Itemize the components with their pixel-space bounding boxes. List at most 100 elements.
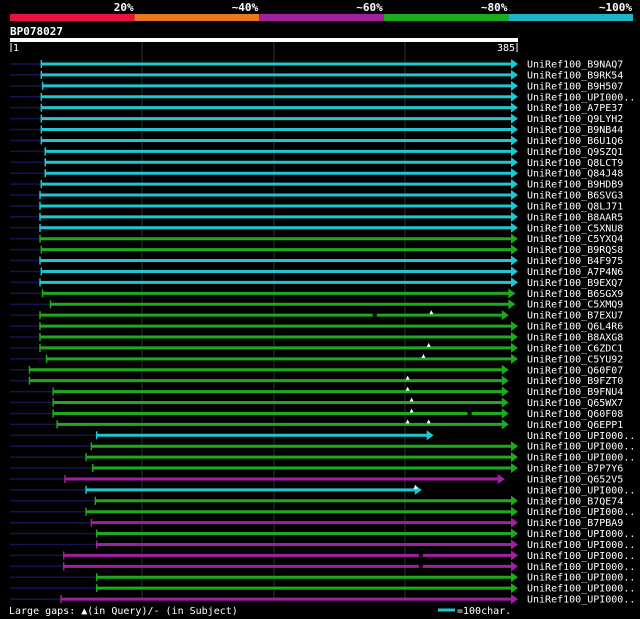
hit-row[interactable]: UniRef100_UPI000.. (10, 572, 635, 584)
hit-row[interactable]: UniRef100_C5YXQ4 (10, 233, 623, 246)
hit-name-link[interactable]: UniRef100_UPI000.. (527, 584, 635, 595)
hit-name-link[interactable]: UniRef100_C5XNU8 (527, 223, 623, 234)
hit-row[interactable]: UniRef100_B9RQS8 (10, 244, 623, 257)
hit-name-link[interactable]: UniRef100_C5YXQ4 (527, 234, 623, 245)
hit-name-link[interactable]: UniRef100_Q65WX7 (527, 398, 623, 409)
hit-name-link[interactable]: UniRef100_C5YU92 (527, 354, 623, 365)
hit-name-link[interactable]: UniRef100_Q9SZQ1 (527, 147, 623, 158)
hit-row[interactable]: UniRef100_Q60F07 (10, 364, 623, 377)
hit-row[interactable]: UniRef100_Q84J48 (10, 168, 623, 180)
hit-name-link[interactable]: UniRef100_Q60F08 (527, 409, 623, 420)
hit-name-link[interactable]: UniRef100_B9RK54 (527, 70, 623, 81)
hit-row[interactable]: UniRef100_C6ZDC1 (10, 342, 623, 355)
hit-row[interactable]: UniRef100_UPI000.. (10, 506, 635, 518)
hit-name-link[interactable]: UniRef100_UPI000.. (527, 529, 635, 540)
hit-name-link[interactable]: UniRef100_C6ZDC1 (527, 343, 623, 354)
hit-name-link[interactable]: UniRef100_B6SGX9 (527, 289, 623, 300)
hit-name-link[interactable]: UniRef100_B7P7Y6 (527, 464, 623, 475)
hit-row[interactable]: UniRef100_UPI000.. (10, 430, 635, 442)
hit-row[interactable]: UniRef100_C5YU92 (10, 353, 623, 366)
hit-name-link[interactable]: UniRef100_A7PE37 (527, 103, 623, 114)
hit-row[interactable]: UniRef100_B7QE74 (10, 495, 623, 508)
hit-name-link[interactable]: UniRef100_Q84J48 (527, 169, 623, 180)
hit-row[interactable]: UniRef100_Q652V5 (10, 473, 623, 486)
hit-name-link[interactable]: UniRef100_UPI000.. (527, 507, 635, 518)
hit-name-link[interactable]: UniRef100_Q8LJ71 (527, 201, 623, 212)
hit-name-link[interactable]: UniRef100_B4F975 (527, 256, 623, 267)
hit-row[interactable]: UniRef100_B9FZT0 (10, 375, 623, 388)
hit-row[interactable]: UniRef100_C5XMQ9 (10, 299, 623, 311)
hit-name-link[interactable]: UniRef100_A7P4N6 (527, 267, 623, 278)
hit-name-link[interactable]: UniRef100_B6U1Q6 (527, 136, 623, 147)
hit-name-link[interactable]: UniRef100_B9RQS8 (527, 245, 623, 256)
hit-row[interactable]: UniRef100_UPI000.. (10, 441, 635, 453)
hit-name-link[interactable]: UniRef100_Q60F07 (527, 365, 623, 376)
hit-row[interactable]: UniRef100_Q60F08 (10, 408, 623, 420)
hit-name-link[interactable]: UniRef100_UPI000.. (527, 442, 635, 453)
hit-name-link[interactable]: UniRef100_UPI000.. (527, 562, 635, 573)
hit-row[interactable]: UniRef100_B9H507 (10, 80, 623, 93)
hit-name-link[interactable]: UniRef100_B9HDB9 (527, 180, 623, 191)
hit-row[interactable]: UniRef100_A7P4N6 (10, 266, 623, 278)
hit-name-link[interactable]: UniRef100_Q6EPP1 (527, 420, 623, 431)
hit-row[interactable]: UniRef100_UPI000.. (10, 91, 635, 104)
hit-row[interactable]: UniRef100_B9NB44 (10, 124, 623, 137)
hit-row[interactable]: UniRef100_B6SVG3 (10, 190, 623, 202)
hit-name-link[interactable]: UniRef100_B7PBA9 (527, 518, 623, 529)
hit-name-link[interactable]: UniRef100_UPI000.. (527, 540, 635, 551)
hit-row[interactable]: UniRef100_B6U1Q6 (10, 135, 623, 147)
hit-row[interactable]: UniRef100_UPI000.. (10, 484, 635, 497)
hit-row[interactable]: UniRef100_B8AXG8 (10, 332, 623, 344)
hit-row[interactable]: UniRef100_Q8LCT9 (10, 157, 623, 169)
hit-row[interactable]: UniRef100_C5XNU8 (10, 222, 623, 235)
hit-name-link[interactable]: UniRef100_B9NB44 (527, 125, 623, 136)
hit-row[interactable]: UniRef100_Q6L4R6 (10, 321, 623, 333)
hit-row[interactable]: UniRef100_B7PBA9 (10, 517, 623, 530)
hit-row[interactable]: UniRef100_UPI000.. (10, 583, 635, 595)
hit-row[interactable]: UniRef100_B9NAQ7 (10, 59, 623, 71)
hit-row[interactable]: UniRef100_B9HDB9 (10, 179, 623, 191)
hit-name-link[interactable]: UniRef100_UPI000.. (527, 92, 635, 103)
hit-name-link[interactable]: UniRef100_Q9LYH2 (527, 114, 623, 125)
hit-name-link[interactable]: UniRef100_B8AAR5 (527, 212, 623, 223)
hit-row[interactable]: UniRef100_B7EXU7 (10, 310, 623, 322)
hit-name-link[interactable]: UniRef100_UPI000.. (527, 485, 635, 496)
hit-name-link[interactable]: UniRef100_B9H507 (527, 81, 623, 92)
hit-row[interactable]: UniRef100_Q8LJ71 (10, 200, 623, 213)
hit-row[interactable]: UniRef100_B9EXQ7 (10, 277, 623, 289)
hit-name-link[interactable]: UniRef100_C5XMQ9 (527, 300, 623, 311)
hit-row[interactable]: UniRef100_UPI000.. (10, 561, 635, 573)
hit-name-link[interactable]: UniRef100_UPI000.. (527, 431, 635, 442)
hit-row[interactable]: UniRef100_B9FNU4 (10, 386, 623, 399)
hit-name-link[interactable]: UniRef100_B9FNU4 (527, 387, 623, 398)
hit-name-link[interactable]: UniRef100_UPI000.. (527, 551, 635, 562)
hit-row[interactable]: UniRef100_B8AAR5 (10, 211, 623, 224)
hit-row[interactable]: UniRef100_B4F975 (10, 255, 623, 268)
hit-row[interactable]: UniRef100_B7P7Y6 (10, 463, 623, 475)
hit-name-link[interactable]: UniRef100_Q8LCT9 (527, 158, 623, 169)
hit-row[interactable]: UniRef100_Q9LYH2 (10, 113, 623, 126)
hit-row[interactable]: UniRef100_Q9SZQ1 (10, 146, 623, 158)
hit-row[interactable]: UniRef100_UPI000.. (10, 452, 635, 464)
hit-name-link[interactable]: UniRef100_B8AXG8 (527, 333, 623, 344)
hit-name-link[interactable]: UniRef100_B6SVG3 (527, 191, 623, 202)
hit-name-link[interactable]: UniRef100_B9NAQ7 (527, 60, 623, 71)
hit-row[interactable]: UniRef100_Q65WX7 (10, 397, 623, 410)
hit-name-link[interactable]: UniRef100_B7QE74 (527, 496, 623, 507)
hit-row[interactable]: UniRef100_B9RK54 (10, 69, 623, 82)
hit-row[interactable]: UniRef100_UPI000.. (10, 539, 635, 551)
hit-name-link[interactable]: UniRef100_UPI000.. (527, 453, 635, 464)
hit-row[interactable]: UniRef100_Q6EPP1 (10, 419, 623, 431)
hit-name-link[interactable]: UniRef100_UPI000.. (527, 573, 635, 584)
hit-name-link[interactable]: UniRef100_Q6L4R6 (527, 322, 623, 333)
hit-name-link[interactable]: UniRef100_B9EXQ7 (527, 278, 623, 289)
hit-name-link[interactable]: UniRef100_UPI000.. (527, 595, 635, 606)
hit-name-link[interactable]: UniRef100_B9FZT0 (527, 376, 623, 387)
hit-row[interactable]: UniRef100_A7PE37 (10, 102, 623, 115)
hit-row[interactable]: UniRef100_UPI000.. (10, 594, 635, 606)
hit-name-link[interactable]: UniRef100_Q652V5 (527, 474, 623, 485)
hit-name-link[interactable]: UniRef100_B7EXU7 (527, 311, 623, 322)
hit-row[interactable]: UniRef100_B6SGX9 (10, 288, 623, 300)
hit-row[interactable]: UniRef100_UPI000.. (10, 528, 635, 541)
hit-row[interactable]: UniRef100_UPI000.. (10, 550, 635, 562)
